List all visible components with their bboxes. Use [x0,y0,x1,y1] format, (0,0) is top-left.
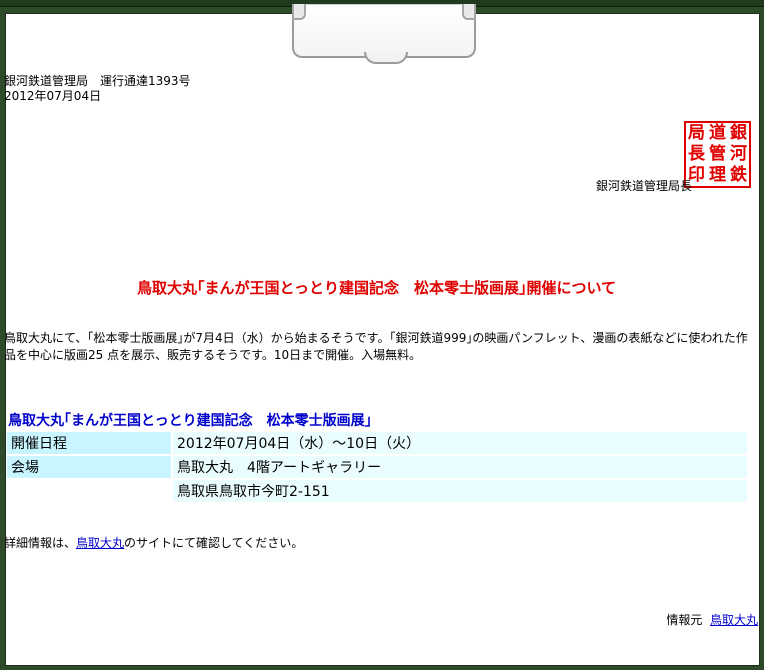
event-title: 鳥取大丸｢まんが王国とっとり建国記念 松本零士版画展｣ [8,413,372,429]
detail-prefix: 詳細情報は、 [4,536,77,550]
detail-info: 詳細情報は、鳥取大丸のサイトにて確認してください。 [4,534,303,551]
venue-label: 会場 [7,456,171,478]
schedule-label: 開催日程 [7,432,171,454]
detail-suffix: のサイトにて確認してください。 [124,536,304,550]
clipboard-clip [292,4,476,64]
stamp-char: 鉄 [730,165,747,185]
clip-hook [364,52,408,64]
notice-date: 2012年07月04日 [4,89,102,103]
notice-title: 鳥取大丸｢まんが王国とっとり建国記念 松本零士版画展｣開催について [136,279,617,297]
table-row: 開催日程 2012年07月04日（水）～10日（火） [7,432,747,454]
address-label [7,480,171,502]
director-signature: 銀河鉄道管理局長 [595,179,692,193]
table-row: 鳥取県鳥取市今町2-151 [7,480,747,502]
notice-header: 銀河鉄道管理局 運行通達1393号 2012年07月04日 [4,74,191,104]
schedule-value: 2012年07月04日（水）～10日（火） [173,432,747,454]
detail-link[interactable]: 鳥取大丸 [76,536,124,550]
clip-right-tab [462,4,476,20]
event-info-table: 開催日程 2012年07月04日（水）～10日（火） 会場 鳥取大丸 4階アート… [5,430,749,504]
official-seal-stamp: 局 道 銀 長 管 河 印 理 鉄 [684,121,751,188]
org-notice-number: 銀河鉄道管理局 運行通達1393号 [4,74,191,88]
stamp-char: 理 [709,165,726,185]
info-source: 情報元 鳥取大丸 [666,611,758,628]
address-value: 鳥取県鳥取市今町2-151 [173,480,747,502]
stamp-char: 道 [709,123,726,143]
table-row: 会場 鳥取大丸 4階アートギャラリー [7,456,747,478]
source-label: 情報元 [666,613,703,627]
clip-left-tab [292,4,306,20]
venue-value: 鳥取大丸 4階アートギャラリー [173,456,747,478]
stamp-char: 河 [730,144,747,164]
stamp-char: 管 [709,144,726,164]
source-link[interactable]: 鳥取大丸 [710,613,758,627]
stamp-char: 局 [688,123,705,143]
stamp-char: 銀 [730,123,747,143]
notice-body: 鳥取大丸にて、｢松本零士版画展｣が7月4日（水）から始まるそうです。｢銀河鉄道9… [4,331,748,362]
stamp-char: 長 [688,144,705,164]
